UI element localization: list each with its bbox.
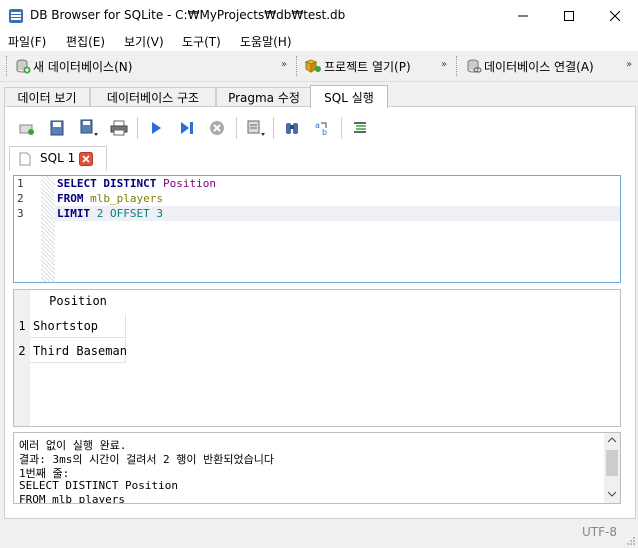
line-number: 2 [17,192,24,205]
sql-editor[interactable]: 1 2 3 SELECT DISTINCT Position FROM mlb_… [13,175,621,283]
find-replace-icon: a b [315,121,327,136]
open-file-icon [50,120,64,136]
main-toolbar: 새 데이터베이스(N) » 프로젝트 열기(P) » 데이터베이스 연결(A) … [0,51,638,82]
tab-browse-data[interactable]: 데이터 보기 [4,87,90,107]
app-icon [9,9,23,23]
fold-margin [41,176,55,282]
close-button[interactable] [592,0,638,31]
svg-text:b: b [322,128,327,136]
main-tab-bar: 데이터 보기 데이터베이스 구조 Pragma 수정 SQL 실행 [0,85,638,108]
vertical-scrollbar[interactable] [604,433,620,503]
close-icon [610,10,620,21]
print-button[interactable] [107,117,131,139]
tab-execute-sql[interactable]: SQL 실행 [310,85,388,108]
close-tab-icon[interactable] [79,152,93,166]
binoculars-icon [286,123,298,134]
menu-file[interactable]: 파일(F) [8,33,46,50]
toolbar-grip[interactable] [296,56,299,76]
open-project-label: 프로젝트 열기(P) [324,59,411,74]
menu-help[interactable]: 도움말(H) [240,33,292,50]
document-icon [19,152,31,166]
message-pane[interactable]: 에러 없이 실행 완료. 결과: 3ms의 시간이 걸려서 2 행이 반환되었습… [13,432,621,504]
comment-lines-button[interactable] [348,117,372,139]
toolbar-separator [273,117,274,139]
open-sql-file-button[interactable] [45,117,69,139]
window-title: DB Browser for SQLite - C:₩MyProjects₩db… [30,8,346,22]
play-icon [152,122,161,134]
svg-text:a: a [315,121,320,130]
find-replace-button[interactable]: a b [311,117,335,139]
row-number[interactable]: 1 [14,314,30,338]
table-cell[interactable]: Shortstop [30,314,126,338]
minimize-icon [518,15,528,16]
maximize-button[interactable] [546,0,592,31]
code-line: SELECT DISTINCT Position [57,177,216,190]
new-tab-icon [19,124,34,135]
scroll-down-icon[interactable] [608,491,616,497]
new-database-icon [16,59,31,74]
minimize-button[interactable] [500,0,546,31]
open-project-icon [304,59,321,73]
toolbar-grip[interactable] [6,56,9,76]
maximize-icon [564,10,574,21]
connect-database-button[interactable]: 데이터베이스 연결(A) [466,55,594,77]
printer-icon [110,120,128,136]
new-database-label: 새 데이터베이스(N) [33,59,133,74]
toolbar-overflow-icon[interactable]: » [626,59,632,70]
tab-edit-pragmas[interactable]: Pragma 수정 [216,87,312,107]
menu-tools[interactable]: 도구(T) [182,33,221,50]
code-line: FROM mlb_players [57,192,163,205]
tab-database-structure[interactable]: 데이터베이스 구조 [90,87,216,107]
find-button[interactable] [280,117,304,139]
toolbar-separator [137,117,138,139]
code-line: LIMIT 2 OFFSET 3 [57,207,163,220]
menu-view[interactable]: 보기(V) [124,33,164,50]
results-grid[interactable]: Position 1 Shortstop 2 Third Baseman [13,289,621,427]
new-database-button[interactable]: 새 데이터베이스(N) [15,55,132,77]
save-results-icon [247,120,265,136]
encoding-status: UTF-8 [582,525,617,539]
column-header-position[interactable]: Position [30,290,126,312]
connect-database-label: 데이터베이스 연결(A) [484,59,594,74]
sql-editor-tab-label: SQL 1 [40,151,76,165]
sql-editor-tab[interactable]: SQL 1 [9,146,107,171]
row-number[interactable]: 2 [14,339,30,363]
line-number: 3 [17,207,24,220]
open-project-button[interactable]: 프로젝트 열기(P) [304,55,411,77]
title-bar: DB Browser for SQLite - C:₩MyProjects₩db… [0,0,638,31]
save-results-button[interactable] [244,117,268,139]
execute-all-button[interactable] [144,117,168,139]
step-play-icon [181,122,193,134]
stop-icon [210,121,224,135]
stop-execution-button[interactable] [205,117,229,139]
resize-grip-icon[interactable] [626,536,636,546]
scroll-up-icon[interactable] [608,437,616,443]
scroll-thumb[interactable] [606,450,618,476]
line-number: 1 [17,177,24,190]
toolbar-overflow-icon[interactable]: » [441,59,447,70]
message-line: FROM mlb_players [19,493,125,504]
table-cell[interactable]: Third Baseman [30,339,127,363]
save-sql-file-button[interactable] [77,117,101,139]
execute-current-line-button[interactable] [175,117,199,139]
toolbar-grip[interactable] [456,56,459,76]
database-link-icon [467,59,482,73]
open-tab-button[interactable] [15,117,39,139]
message-line: SELECT DISTINCT Position [19,479,178,492]
menu-bar: 파일(F) 편집(E) 보기(V) 도구(T) 도움말(H) [0,31,638,51]
toolbar-overflow-icon[interactable]: » [281,59,287,70]
comment-lines-icon [354,122,366,133]
save-file-icon [80,119,98,136]
menu-edit[interactable]: 편집(E) [66,33,105,50]
toolbar-separator [236,117,237,139]
toolbar-separator [341,117,342,139]
